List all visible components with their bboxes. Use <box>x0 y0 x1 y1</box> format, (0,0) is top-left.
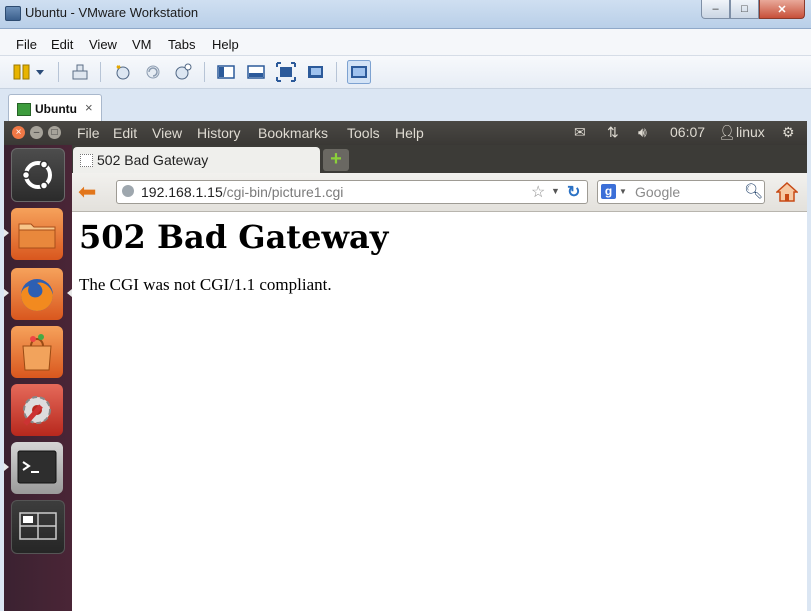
ff-tab-title: 502 Bad Gateway <box>97 152 209 168</box>
menu-view[interactable]: View <box>89 37 117 52</box>
bookmark-star-icon[interactable]: ☆ <box>531 182 545 202</box>
search-magnifier-icon[interactable]: 🔍︎ <box>744 182 763 200</box>
tab-close-icon[interactable]: × <box>85 100 93 115</box>
ff-menu-bookmarks[interactable]: Bookmarks <box>258 125 328 141</box>
ubuntu-logo-icon <box>21 160 52 190</box>
menu-tabs[interactable]: Tabs <box>168 37 195 52</box>
send-ctrl-alt-del-icon[interactable] <box>70 62 90 82</box>
menu-edit[interactable]: Edit <box>51 37 73 52</box>
ubuntu-guest-screen: × – □ File Edit View History Bookmarks T… <box>4 121 807 611</box>
url-history-dropdown-icon[interactable]: ▼ <box>551 186 560 196</box>
network-icon[interactable]: ⇅ <box>607 124 619 141</box>
toolbar-separator <box>100 62 101 82</box>
mail-icon[interactable]: ✉ <box>574 124 586 141</box>
maximize-button[interactable]: □ <box>730 0 759 19</box>
snapshot-manager-icon[interactable] <box>173 62 193 82</box>
ff-menu-file[interactable]: File <box>77 125 100 141</box>
launcher-software-center[interactable] <box>11 326 63 378</box>
shopping-bag-icon <box>22 334 52 371</box>
new-tab-button[interactable]: + <box>323 149 349 171</box>
running-indicator <box>4 229 9 237</box>
site-identity-icon[interactable] <box>122 185 134 197</box>
ff-menu-edit[interactable]: Edit <box>113 125 137 141</box>
window-controls: – □ ✕ <box>701 0 805 20</box>
page-message: The CGI was not CGI/1.1 compliant. <box>79 275 332 294</box>
terminal-icon <box>17 450 57 484</box>
settings-gear-icon <box>23 396 51 426</box>
full-screen-icon[interactable] <box>276 62 296 82</box>
firefox-window: 502 Bad Gateway + ⬅ 192.168.1.15/cgi-bin… <box>72 145 807 611</box>
toolbar-separator <box>204 62 205 82</box>
window-title: Ubuntu - VMware Workstation <box>25 5 199 20</box>
unity-mode-icon[interactable] <box>306 62 326 82</box>
volume-icon[interactable]: 🔊︎ <box>638 124 647 141</box>
tab-ubuntu-label: Ubuntu <box>35 102 77 116</box>
toolbar-separator <box>336 62 337 82</box>
quick-switch-icon[interactable] <box>246 62 266 82</box>
clock[interactable]: 06:07 <box>670 124 705 140</box>
vmware-titlebar: Ubuntu - VMware Workstation – □ ✕ <box>0 0 811 29</box>
launcher-dash[interactable] <box>11 148 65 202</box>
show-sidebar-icon[interactable] <box>216 62 236 82</box>
firefox-icon <box>21 279 53 311</box>
close-button[interactable]: ✕ <box>759 0 805 19</box>
vm-running-icon <box>17 103 31 116</box>
session-gear-icon[interactable]: ⚙ <box>782 124 795 141</box>
folder-icon <box>18 223 56 249</box>
take-snapshot-icon[interactable] <box>113 62 133 82</box>
launcher-system-settings[interactable] <box>11 384 63 436</box>
url-host: 192.168.1.15 <box>141 184 223 200</box>
launcher-files[interactable] <box>11 208 63 260</box>
ff-menu-help[interactable]: Help <box>395 125 424 141</box>
running-indicator <box>4 463 9 471</box>
menu-vm[interactable]: VM <box>132 37 152 52</box>
unity-launcher <box>4 145 72 611</box>
back-arrow-icon[interactable]: ⬅ <box>78 181 96 203</box>
vmware-toolbar <box>0 56 811 89</box>
ff-menu-history[interactable]: History <box>197 125 241 141</box>
url-text[interactable]: 192.168.1.15/cgi-bin/picture1.cgi <box>141 184 343 200</box>
menu-help[interactable]: Help <box>212 37 239 52</box>
ff-tabbar: 502 Bad Gateway + <box>72 145 807 173</box>
launcher-workspace-switcher[interactable] <box>11 500 65 554</box>
window-close-icon[interactable]: × <box>12 126 25 139</box>
window-maximize-icon[interactable]: □ <box>48 126 61 139</box>
vmware-menubar: File Edit View VM Tabs Help <box>0 29 811 56</box>
ff-navbar: ⬅ 192.168.1.15/cgi-bin/picture1.cgi ☆ ▼ … <box>72 173 807 212</box>
console-view-icon[interactable] <box>347 60 371 84</box>
user-name[interactable]: linux <box>736 124 765 140</box>
vmware-tabstrip: Ubuntu × <box>0 89 811 122</box>
power-dropdown-icon[interactable] <box>34 62 46 82</box>
ubuntu-top-panel: × – □ File Edit View History Bookmarks T… <box>4 121 807 145</box>
page-content: 502 Bad Gateway The CGI was not CGI/1.1 … <box>72 212 807 611</box>
menu-file[interactable]: File <box>16 37 37 52</box>
vmware-app-icon <box>5 6 21 21</box>
google-engine-icon[interactable]: g <box>601 184 616 199</box>
launcher-terminal[interactable] <box>11 442 63 494</box>
blank-page-icon <box>80 154 93 167</box>
running-indicator <box>4 289 9 297</box>
power-pause-icon[interactable] <box>12 62 32 82</box>
url-path: /cgi-bin/picture1.cgi <box>222 184 344 200</box>
revert-snapshot-icon[interactable] <box>143 62 163 82</box>
search-placeholder: Google <box>635 184 681 200</box>
ff-tab-active[interactable]: 502 Bad Gateway <box>73 147 320 173</box>
toolbar-separator <box>58 62 59 82</box>
search-bar[interactable]: g ▼ Google 🔍︎ <box>597 180 765 204</box>
launcher-firefox[interactable] <box>11 268 63 320</box>
tab-ubuntu[interactable]: Ubuntu × <box>8 94 102 122</box>
workspaces-icon <box>19 512 57 540</box>
ff-menu-view[interactable]: View <box>152 125 182 141</box>
reload-icon[interactable]: ↻ <box>567 182 580 202</box>
search-engine-dropdown-icon[interactable]: ▼ <box>619 187 627 196</box>
url-bar[interactable]: 192.168.1.15/cgi-bin/picture1.cgi ☆ ▼ ↻ <box>116 180 588 204</box>
window-minimize-icon[interactable]: – <box>30 126 43 139</box>
page-heading: 502 Bad Gateway <box>79 218 389 256</box>
ff-menu-tools[interactable]: Tools <box>347 125 380 141</box>
user-icon[interactable]: 👤︎ <box>718 124 736 141</box>
home-icon[interactable] <box>776 182 798 202</box>
minimize-button[interactable]: – <box>701 0 730 19</box>
